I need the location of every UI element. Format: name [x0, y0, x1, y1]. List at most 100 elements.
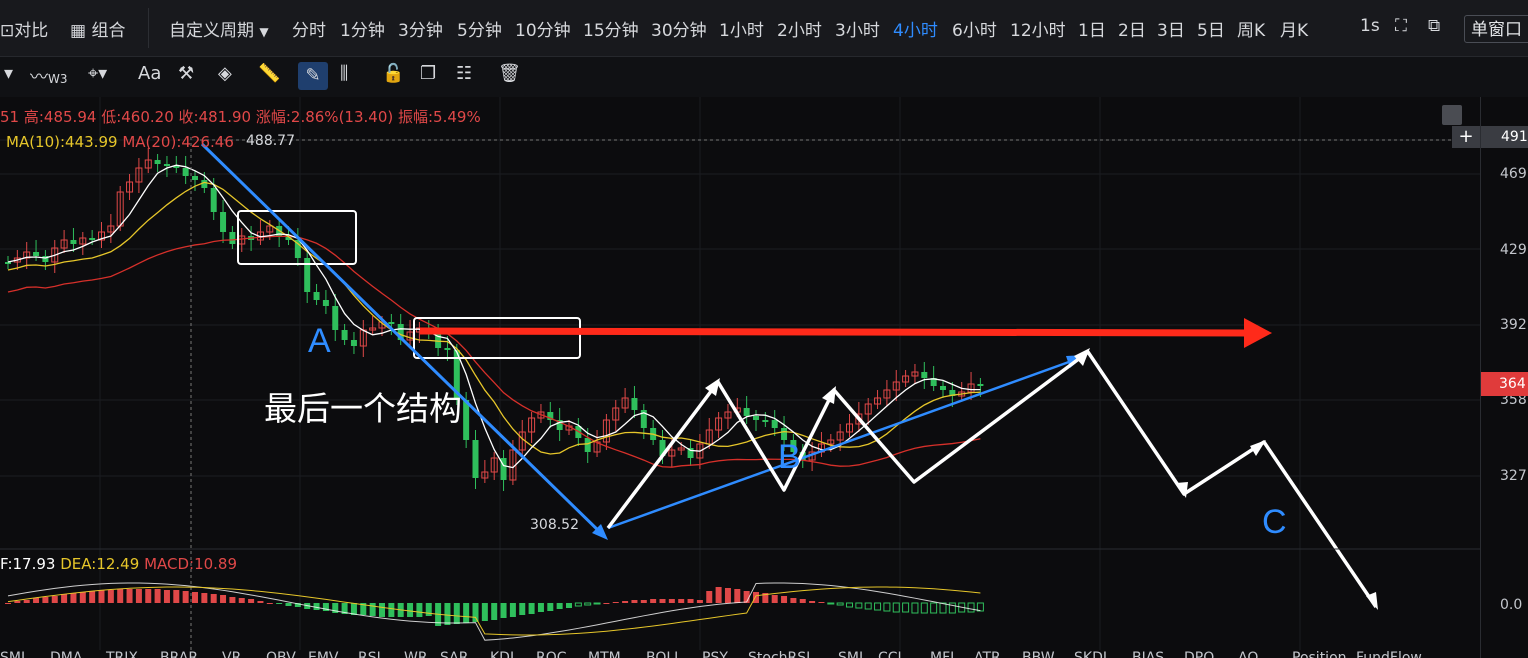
- indicator-tab-10[interactable]: KDJ: [490, 650, 514, 658]
- indicator-tabs: SMI DMA TRIX BRAR VR OBV EMV RSI WR SAR KDJ ROC MTM B…: [0, 646, 1480, 658]
- ma-info: MA(10):443.99 MA(20):426.46: [6, 133, 234, 151]
- macd-bar: [173, 590, 180, 603]
- period-6[interactable]: 30分钟: [651, 16, 707, 41]
- macd-bar: [631, 600, 638, 603]
- zigzag-arrowhead-3: [1074, 348, 1090, 366]
- candlestick-chart[interactable]: A B C 最后一个结构 308.52: [0, 97, 1480, 658]
- crosshair-tool-icon[interactable]: ⌖▾: [88, 63, 107, 84]
- current-price-tag: 364: [1481, 372, 1528, 396]
- macd-bar: [864, 602, 872, 610]
- macd-bar: [266, 603, 273, 604]
- custom-period-dropdown[interactable]: 自定义周期 ▼: [169, 16, 269, 41]
- indicator-tab-25[interactable]: Position: [1292, 650, 1347, 658]
- indicator-tab-13[interactable]: BOLL: [646, 650, 682, 658]
- period-17[interactable]: 周K: [1237, 16, 1265, 41]
- indicator-tab-26[interactable]: FundFlow: [1356, 650, 1422, 658]
- macd-bar: [509, 603, 516, 617]
- macd-bar: [809, 601, 816, 603]
- period-9[interactable]: 3小时: [835, 16, 880, 41]
- indicator-tab-14[interactable]: PSY: [702, 650, 728, 658]
- indicator-tab-24[interactable]: AO: [1238, 650, 1258, 658]
- indicator-tab-22[interactable]: BIAS: [1132, 650, 1164, 658]
- add-alert-button[interactable]: +: [1452, 126, 1480, 148]
- indicator-tab-15[interactable]: StochRSI: [748, 650, 810, 658]
- indicator-tab-6[interactable]: EMV: [308, 650, 339, 658]
- indicator-tab-11[interactable]: ROC: [536, 650, 567, 658]
- period-0[interactable]: 分时: [292, 16, 326, 41]
- macd-bar: [668, 599, 675, 603]
- fullscreen-icon[interactable]: ⛶: [1395, 16, 1407, 36]
- indicator-tab-3[interactable]: BRAR: [160, 650, 198, 658]
- period-13[interactable]: 1日: [1078, 16, 1106, 41]
- macd-bar: [135, 589, 142, 603]
- period-8[interactable]: 2小时: [777, 16, 822, 41]
- compare-button[interactable]: ⊡对比: [0, 16, 48, 41]
- lock-icon[interactable]: 🔓: [382, 63, 404, 84]
- ruler-icon[interactable]: 📏: [258, 63, 280, 84]
- new-window-icon[interactable]: ⧉: [1428, 16, 1440, 36]
- chevron-down-icon[interactable]: ▾: [4, 63, 13, 84]
- indicator-tab-8[interactable]: WR: [404, 650, 428, 658]
- draw-line-tool-icon[interactable]: ✎: [298, 62, 328, 90]
- indicator-tab-0[interactable]: SMI: [0, 650, 25, 658]
- indicator-tab-7[interactable]: RSI: [358, 650, 381, 658]
- eraser-icon[interactable]: ◈: [218, 63, 232, 84]
- period-14[interactable]: 2日: [1118, 16, 1146, 41]
- indicator-tab-9[interactable]: SAR: [440, 650, 468, 658]
- macd-bar: [537, 603, 544, 612]
- period-18[interactable]: 月K: [1280, 16, 1308, 41]
- open-value: 51: [0, 108, 20, 126]
- period-16[interactable]: 5日: [1197, 16, 1225, 41]
- indicator-tab-16[interactable]: SMI: [838, 650, 863, 658]
- period-1[interactable]: 1分钟: [340, 16, 385, 41]
- macd-bar: [612, 602, 619, 603]
- peak-price-label: 488.77: [246, 133, 295, 149]
- indicator-tab-12[interactable]: MTM: [588, 650, 621, 658]
- macd-bar: [902, 602, 910, 613]
- candle-style-icon[interactable]: ⫼: [340, 63, 348, 84]
- period-2[interactable]: 3分钟: [398, 16, 443, 41]
- text-tool[interactable]: Aa: [138, 63, 161, 84]
- indicator-tab-21[interactable]: SKDJ: [1074, 650, 1107, 658]
- candle: [921, 372, 928, 378]
- macd-info: F:17.93 DEA:12.49 MACD:10.89: [0, 555, 237, 573]
- period-4[interactable]: 10分钟: [515, 16, 571, 41]
- macd-bar: [285, 603, 292, 606]
- candle: [940, 386, 946, 390]
- macd-bar: [855, 602, 863, 609]
- period-5[interactable]: 15分钟: [583, 16, 639, 41]
- trash-icon[interactable]: 🗑: [498, 63, 521, 84]
- indicator-tab-18[interactable]: MFI: [930, 650, 954, 658]
- indicator-tab-23[interactable]: DPO: [1184, 650, 1214, 658]
- period-3[interactable]: 5分钟: [457, 16, 502, 41]
- indicator-tab-19[interactable]: ATR: [974, 650, 1001, 658]
- macd-bar: [846, 602, 853, 608]
- macd-bar: [220, 595, 227, 603]
- indicator-tab-4[interactable]: VR: [222, 650, 241, 658]
- combine-button[interactable]: ▦ 组合: [70, 16, 125, 41]
- period-10[interactable]: 4小时: [893, 16, 938, 41]
- settings-list-icon[interactable]: ☷: [456, 63, 472, 84]
- period-12[interactable]: 12小时: [1010, 16, 1066, 41]
- indicator-tab-2[interactable]: TRIX: [106, 650, 138, 658]
- y-label: 327: [1500, 468, 1527, 484]
- macd-bar: [696, 600, 703, 603]
- high-value: 高:485.94: [23, 108, 97, 126]
- macd-histogram: [5, 587, 984, 626]
- period-11[interactable]: 6小时: [952, 16, 997, 41]
- single-window-button[interactable]: 单窗口: [1464, 15, 1528, 43]
- period-15[interactable]: 3日: [1157, 16, 1185, 41]
- period-7[interactable]: 1小时: [719, 16, 764, 41]
- indicator-tab-1[interactable]: DMA: [50, 650, 82, 658]
- interval-label[interactable]: 1s: [1360, 16, 1380, 36]
- expand-icon[interactable]: [1442, 105, 1462, 125]
- copy-icon[interactable]: ❐: [420, 63, 436, 84]
- indicator-tab-20[interactable]: BBW: [1022, 650, 1055, 658]
- macd-bar: [753, 592, 759, 603]
- change-value: 涨幅:2.86%(13.40): [255, 108, 394, 126]
- indicator-tab-5[interactable]: OBV: [266, 650, 296, 658]
- indicator-tab-17[interactable]: CCI: [878, 650, 902, 658]
- pattern-tool-icon[interactable]: ⚒: [178, 63, 194, 84]
- resistance-arrow: [419, 327, 1251, 337]
- indicator-tool[interactable]: 〰W3: [30, 63, 68, 89]
